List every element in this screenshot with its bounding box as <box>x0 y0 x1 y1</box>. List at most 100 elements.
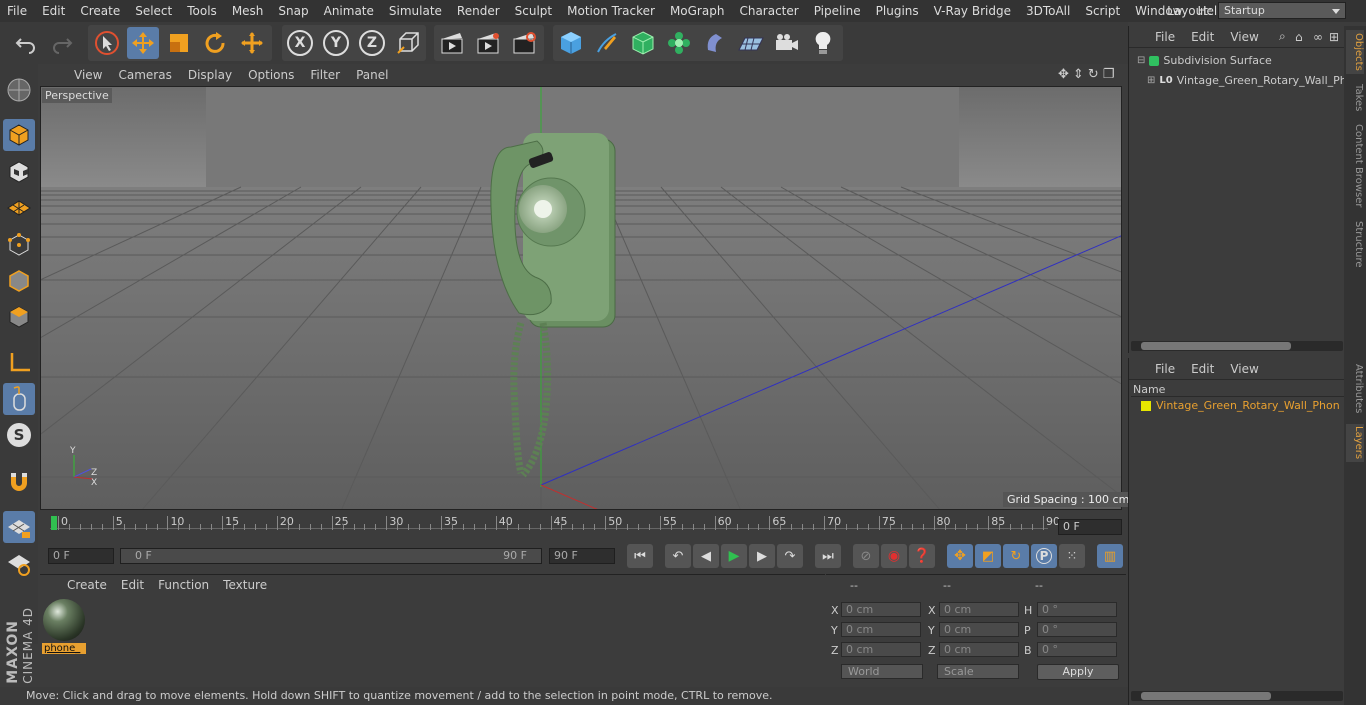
start-frame-field[interactable]: 0 F <box>48 548 114 564</box>
maximize-icon[interactable]: ❐ <box>1103 67 1115 82</box>
magnet-snap-button[interactable] <box>3 466 35 498</box>
recent-tool-button[interactable] <box>236 27 268 59</box>
axis-mode-button[interactable] <box>3 347 35 379</box>
pan-icon[interactable]: ✥ <box>1058 67 1069 82</box>
menu-script[interactable]: Script <box>1078 0 1128 22</box>
objects-menu-edit[interactable]: Edit <box>1191 30 1222 44</box>
camera-button[interactable] <box>771 27 803 59</box>
menu-create[interactable]: Create <box>73 0 128 22</box>
search-icon[interactable]: ⌕ <box>1279 29 1286 44</box>
prev-key-button[interactable]: ↶ <box>665 544 691 568</box>
material-menu-texture[interactable]: Texture <box>216 578 274 592</box>
menu-pipeline[interactable]: Pipeline <box>807 0 869 22</box>
menu-mesh[interactable]: Mesh <box>225 0 272 22</box>
viewport-menu-cameras[interactable]: Cameras <box>110 68 179 82</box>
next-key-button[interactable]: ↷ <box>777 544 803 568</box>
perspective-viewport[interactable]: Y Z X <box>40 86 1122 510</box>
material-menu-function[interactable]: Function <box>151 578 216 592</box>
pos-x-field[interactable]: 0 cm <box>841 602 921 617</box>
viewport-menu-panel[interactable]: Panel <box>348 68 396 82</box>
viewport-menu-display[interactable]: Display <box>180 68 240 82</box>
object-row-subdivision[interactable]: ⊟ Subdivision Surface <box>1137 54 1345 67</box>
rotate-tool-button[interactable] <box>199 27 231 59</box>
end-frame-field[interactable]: 90 F <box>549 548 615 564</box>
dolly-icon[interactable]: ⇕ <box>1073 67 1084 82</box>
viewport-menu-filter[interactable]: Filter <box>302 68 348 82</box>
menu-3dtoall[interactable]: 3DToAll <box>1019 0 1078 22</box>
scrollbar-thumb[interactable] <box>1141 692 1271 700</box>
key-pla-button[interactable]: ⁙ <box>1059 544 1085 568</box>
layers-horizontal-scrollbar[interactable] <box>1131 691 1343 701</box>
prev-frame-button[interactable]: ◀ <box>693 544 719 568</box>
pos-z-field[interactable]: 0 cm <box>841 642 921 657</box>
floor-button[interactable] <box>735 27 767 59</box>
objects-menu-view[interactable]: View <box>1230 30 1266 44</box>
render-picture-viewer-button[interactable] <box>472 27 504 59</box>
layer-color-swatch[interactable] <box>1141 400 1151 411</box>
keyframe-selection-button[interactable]: ❓ <box>909 544 935 568</box>
size-x-field[interactable]: 0 cm <box>939 602 1019 617</box>
play-button[interactable]: ▶ <box>721 544 747 568</box>
object-row-phone[interactable]: ⊞ L0 Vintage_Green_Rotary_Wall_Pho <box>1147 74 1345 87</box>
workplane-lock-button[interactable] <box>3 511 35 543</box>
undo-button[interactable] <box>10 27 42 59</box>
make-editable-button[interactable] <box>3 74 35 106</box>
key-scale-button[interactable]: ◩ <box>975 544 1001 568</box>
workplane-button[interactable] <box>3 192 35 224</box>
z-axis-lock-button[interactable]: Z <box>356 27 388 59</box>
menu-simulate[interactable]: Simulate <box>382 0 450 22</box>
viewport-menu-view[interactable]: View <box>66 68 110 82</box>
expand-icon[interactable]: ⊞ <box>1147 75 1155 86</box>
link-icon[interactable]: ∞ <box>1313 30 1323 44</box>
preview-range-slider[interactable]: 0 F 90 F <box>120 548 542 564</box>
layer-row-phone[interactable]: Vintage_Green_Rotary_Wall_Phon <box>1141 399 1345 412</box>
points-mode-button[interactable] <box>3 229 35 261</box>
render-settings-button[interactable] <box>508 27 540 59</box>
menu-tools[interactable]: Tools <box>180 0 225 22</box>
menu-file[interactable]: File <box>0 0 35 22</box>
menu-render[interactable]: Render <box>450 0 508 22</box>
goto-end-button[interactable]: ⏭ <box>815 544 841 568</box>
cube-object-button[interactable] <box>555 27 587 59</box>
deformer-button[interactable] <box>699 27 731 59</box>
model-mode-button[interactable] <box>3 119 35 151</box>
layout-dropdown[interactable]: Startup <box>1218 2 1346 19</box>
home-icon[interactable]: ⌂ <box>1295 30 1303 44</box>
menu-sculpt[interactable]: Sculpt <box>508 0 560 22</box>
new-window-icon[interactable]: ⊞ <box>1329 30 1339 44</box>
size-z-field[interactable]: 0 cm <box>939 642 1019 657</box>
current-frame-field[interactable]: 0 F <box>1058 519 1122 535</box>
size-y-field[interactable]: 0 cm <box>939 622 1019 637</box>
subdivision-surface-button[interactable] <box>627 27 659 59</box>
menu-select[interactable]: Select <box>128 0 180 22</box>
material-menu-edit[interactable]: Edit <box>114 578 151 592</box>
objects-horizontal-scrollbar[interactable] <box>1131 341 1343 351</box>
tab-objects[interactable]: Objects <box>1346 30 1364 74</box>
size-mode-dropdown[interactable]: Scale <box>937 664 1019 679</box>
redo-button[interactable] <box>46 27 78 59</box>
menu-motion-tracker[interactable]: Motion Tracker <box>560 0 663 22</box>
autokey-button[interactable]: ◉ <box>881 544 907 568</box>
coordinate-system-dropdown[interactable]: World <box>841 664 923 679</box>
material-menu-create[interactable]: Create <box>60 578 114 592</box>
select-tool-button[interactable] <box>91 27 123 59</box>
x-axis-lock-button[interactable]: X <box>284 27 316 59</box>
render-view-button[interactable] <box>436 27 468 59</box>
texture-mode-button[interactable] <box>3 156 35 188</box>
snap-button[interactable]: S <box>3 419 35 451</box>
polygons-mode-button[interactable] <box>3 301 35 333</box>
objects-menu-file[interactable]: File <box>1155 30 1183 44</box>
workplane-settings-button[interactable] <box>3 548 35 580</box>
spline-pen-button[interactable] <box>591 27 623 59</box>
tab-takes[interactable]: Takes <box>1346 80 1364 116</box>
tab-content-browser[interactable]: Content Browser <box>1346 122 1364 210</box>
rot-h-field[interactable]: 0 ° <box>1037 602 1117 617</box>
y-axis-lock-button[interactable]: Y <box>320 27 352 59</box>
timeline-window-button[interactable]: ▥ <box>1097 544 1123 568</box>
light-button[interactable] <box>807 27 839 59</box>
next-frame-button[interactable]: ▶ <box>749 544 775 568</box>
move-tool-button[interactable] <box>127 27 159 59</box>
key-rotation-button[interactable]: ↻ <box>1003 544 1029 568</box>
orbit-icon[interactable]: ↻ <box>1088 67 1099 82</box>
goto-start-button[interactable]: ⏮ <box>627 544 653 568</box>
